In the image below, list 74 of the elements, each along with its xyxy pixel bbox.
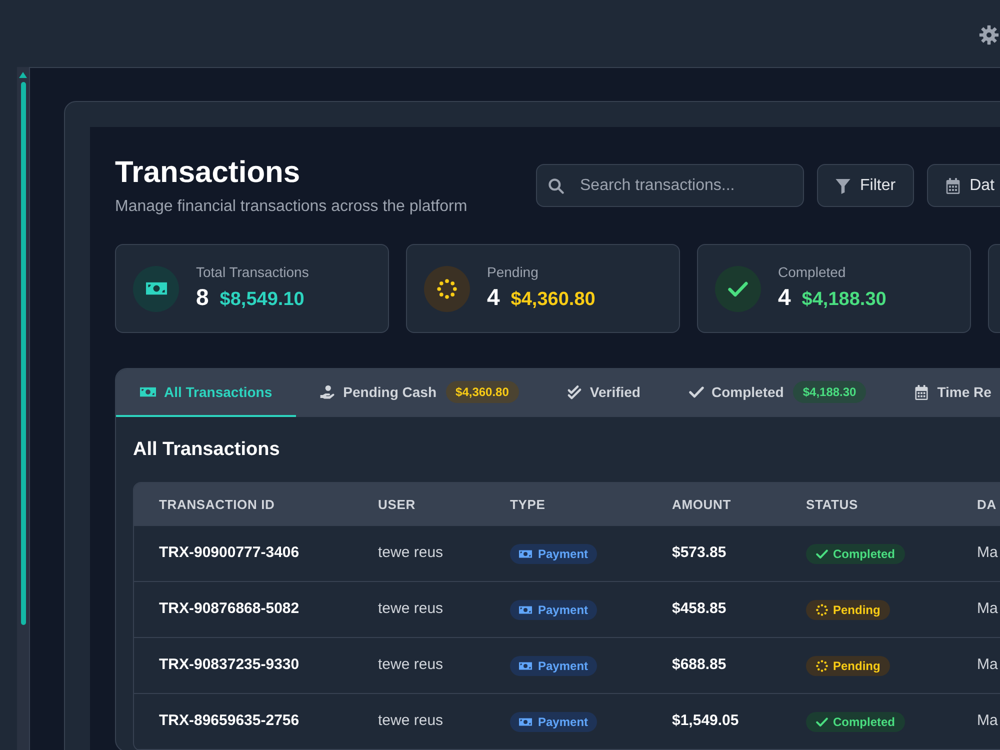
calendar-icon — [944, 178, 961, 194]
table-cell-text: Ma — [977, 543, 998, 564]
table-cell-text: tewe reus — [378, 711, 444, 732]
table-cell-text: TRX-90876868-5082 — [158, 599, 300, 620]
check-icon — [816, 716, 828, 726]
tab[interactable]: Verified — [542, 369, 664, 417]
tab[interactable]: Time Re — [890, 369, 1000, 417]
column-header: STATUS — [806, 496, 858, 514]
stat-label: Pending — [487, 263, 540, 282]
table-cell-text: tewe reus — [378, 543, 444, 564]
status-badge: Pending — [806, 656, 890, 676]
section-title: All Transactions — [133, 438, 281, 462]
stat-count: 8 — [196, 283, 209, 312]
spinner-icon — [816, 660, 828, 672]
table-cell-text: $1,549.05 — [672, 711, 739, 732]
table-cell-text: Ma — [977, 655, 998, 676]
page-title: Transactions — [115, 155, 302, 191]
filter-button[interactable]: Filter — [817, 164, 914, 207]
check-icon — [816, 548, 828, 558]
check-icon — [715, 266, 761, 312]
status-badge: Pending — [806, 600, 890, 620]
money-icon — [519, 550, 532, 558]
stat-amount: $8,549.10 — [220, 288, 304, 312]
tab[interactable]: Completed $4,188.30 — [664, 369, 890, 417]
search-icon — [548, 178, 564, 194]
type-badge: Payment — [510, 544, 598, 564]
money-icon — [519, 606, 532, 614]
stat-count: 4 — [487, 283, 500, 312]
stat-label: Total Transactions — [196, 263, 309, 282]
column-header: AMOUNT — [672, 496, 731, 514]
table-cell-text: $573.85 — [672, 543, 726, 564]
money-icon — [519, 718, 532, 726]
hand-coin-icon — [320, 384, 336, 400]
search-field[interactable]: Search transactions... — [536, 164, 804, 207]
settings-icon[interactable] — [979, 25, 999, 45]
stat-amount: $4,360.80 — [510, 288, 596, 312]
stat-count: 4 — [778, 283, 791, 312]
table-cell-text: $458.85 — [672, 599, 726, 620]
scrollbar-thumb[interactable] — [20, 82, 26, 625]
type-badge: Payment — [510, 600, 598, 620]
type-badge: Payment — [510, 712, 598, 732]
column-header: TYPE — [510, 496, 546, 514]
amount-badge: $4,188.30 — [792, 381, 866, 403]
money-icon — [133, 266, 179, 312]
tab[interactable]: All Transactions — [116, 369, 296, 417]
scroll-up-arrow-icon[interactable] — [19, 72, 27, 78]
spinner-icon — [816, 604, 828, 616]
table-cell-text: TRX-90900777-3406 — [158, 543, 300, 564]
table-cell-text: tewe reus — [378, 655, 444, 676]
date-button[interactable]: Dat — [926, 164, 1000, 207]
status-badge: Completed — [806, 544, 906, 564]
money-icon — [140, 387, 156, 397]
type-badge: Payment — [510, 656, 598, 676]
table-cell-text: $688.85 — [672, 655, 726, 676]
check-icon — [688, 386, 704, 398]
table-cell-text: Ma — [977, 711, 998, 732]
money-icon — [519, 662, 532, 670]
filter-icon — [835, 178, 851, 194]
calendar-icon — [914, 384, 930, 400]
double-check-icon — [566, 384, 582, 400]
amount-badge: $4,360.80 — [446, 381, 519, 403]
table-cell-text: TRX-90837235-9330 — [158, 655, 300, 676]
status-badge: Completed — [806, 712, 906, 732]
spinner-icon — [424, 266, 470, 312]
table-cell-text: tewe reus — [378, 599, 444, 620]
table-cell-text: Ma — [977, 599, 998, 620]
column-header: DA — [977, 496, 996, 514]
stat-amount: $4,188.30 — [802, 288, 886, 312]
column-header: TRANSACTION ID — [158, 496, 275, 514]
stat-label: Completed — [778, 263, 847, 282]
tab[interactable]: Pending Cash $4,360.80 — [296, 369, 543, 417]
column-header: USER — [378, 496, 416, 514]
table-cell-text: TRX-89659635-2756 — [158, 711, 300, 732]
page-subtitle: Manage financial transactions across the platform — [115, 197, 468, 217]
